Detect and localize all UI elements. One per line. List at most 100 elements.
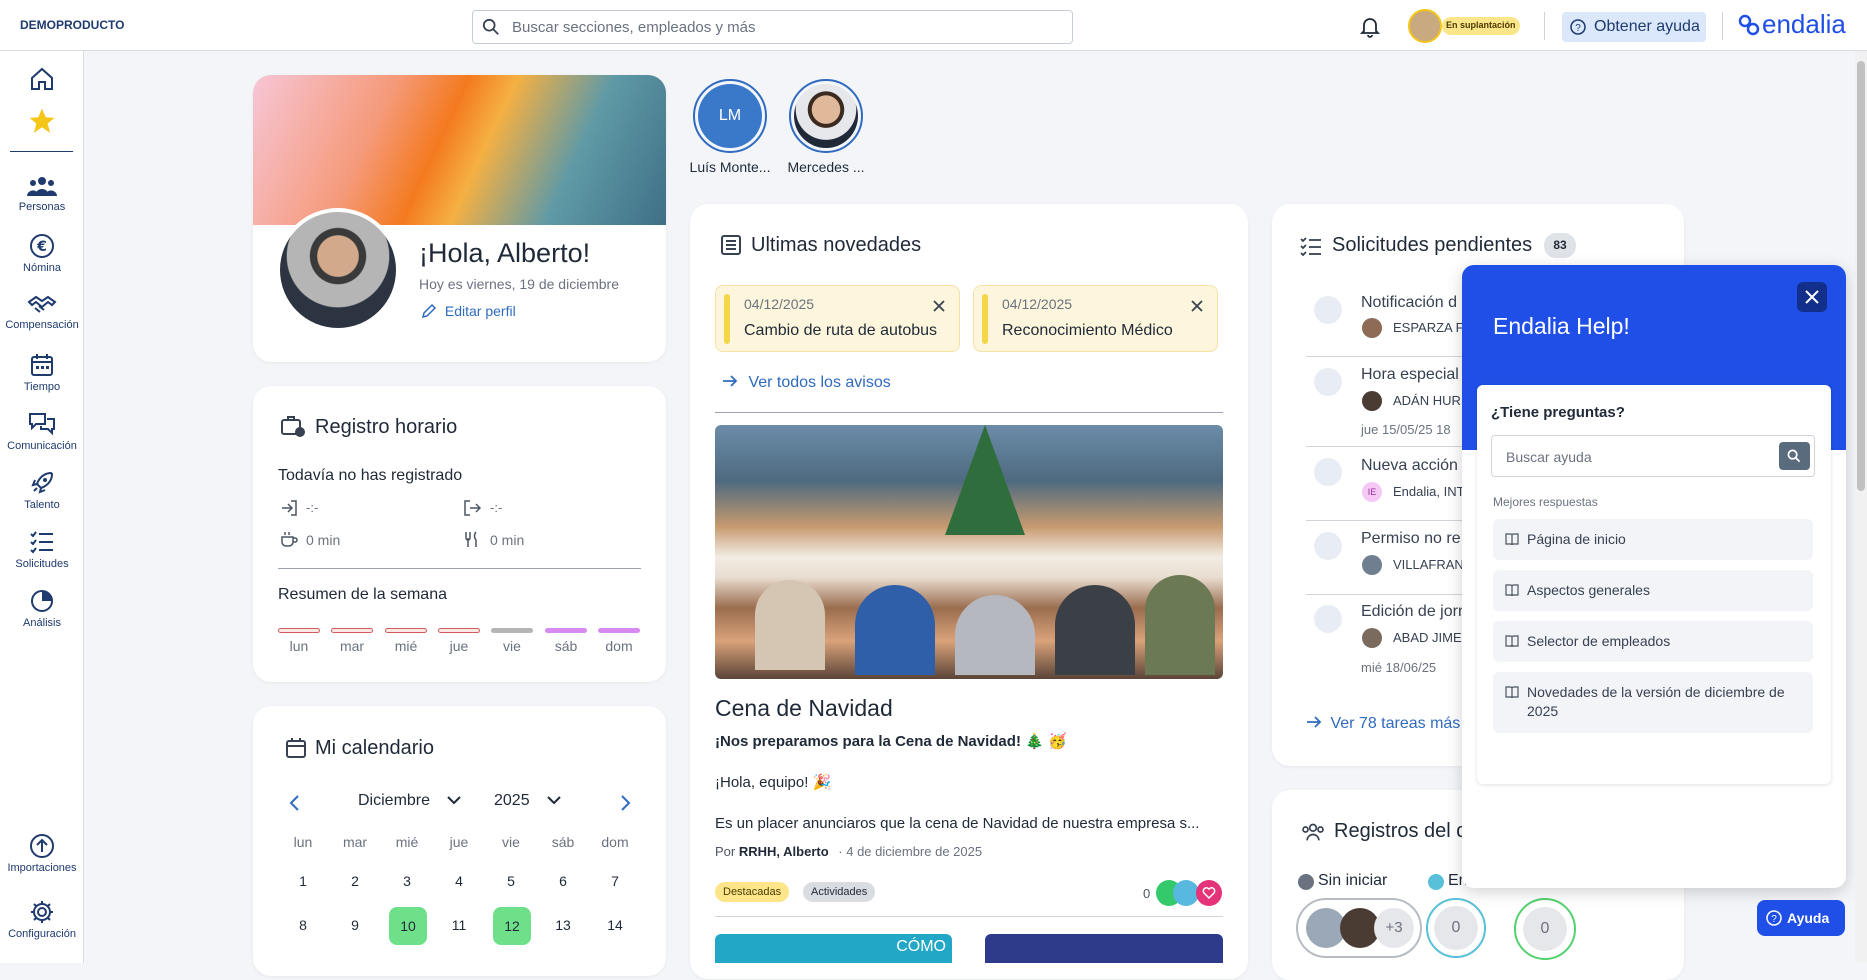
sidebar-item-talento[interactable]: Talento <box>0 470 84 511</box>
notice-text: Cambio de ruta de autobus <box>744 322 938 339</box>
shortcut-name: Luís Monte... <box>689 159 771 175</box>
weekday-label: lun <box>293 834 313 850</box>
avatar: IE <box>1362 482 1382 502</box>
help-article[interactable]: Novedades de la versión de diciembre de … <box>1493 672 1813 733</box>
calendar-day[interactable]: 1 <box>283 873 323 889</box>
search-placeholder: Buscar secciones, empleados y más <box>512 19 756 36</box>
top-bar: DEMOPRODUCTO Buscar secciones, empleados… <box>0 0 1867 51</box>
notice-card[interactable]: 04/12/2025 Cambio de ruta de autobus <box>715 285 960 352</box>
help-close-button[interactable] <box>1797 282 1827 312</box>
sidebar-item-nomina[interactable]: € Nómina <box>0 233 84 274</box>
weekday-label: sáb <box>551 834 575 850</box>
divider <box>1722 12 1723 40</box>
help-fab[interactable]: ? Ayuda <box>1757 900 1845 936</box>
month-select[interactable]: Diciembre <box>358 792 462 810</box>
request-item[interactable] <box>1306 280 1476 350</box>
day-indicator <box>491 628 533 633</box>
notice-card[interactable]: 04/12/2025 Reconocimiento Médico <box>973 285 1218 352</box>
close-icon[interactable] <box>933 300 945 312</box>
search-icon <box>482 18 499 35</box>
calendar-day-highlighted[interactable]: 12 <box>493 907 531 945</box>
sidebar-item-compensacion[interactable]: Compensación <box>0 294 84 331</box>
help-title: Endalia Help! <box>1493 313 1630 339</box>
sidebar-item-label: Tiempo <box>23 381 61 393</box>
calendar-day-highlighted[interactable]: 10 <box>389 907 427 945</box>
calendar-day[interactable]: 4 <box>439 873 479 889</box>
next-post-banner[interactable] <box>985 934 1223 963</box>
calendar-day[interactable]: 3 <box>387 873 427 889</box>
post-by-prefix: Por <box>715 844 736 859</box>
calendar-day[interactable]: 14 <box>595 917 635 933</box>
avatar <box>1408 9 1442 43</box>
shortcut-mercedes[interactable]: Mercedes ... <box>783 79 869 175</box>
star-icon[interactable] <box>27 106 57 136</box>
impersonation-badge[interactable]: En suplantación <box>1408 9 1524 43</box>
more-tasks-link[interactable]: Ver 78 tareas más <box>1306 715 1461 733</box>
calendar-day[interactable]: 13 <box>543 917 583 933</box>
scrollbar-thumb[interactable] <box>1857 61 1865 491</box>
post-image[interactable] <box>715 425 1223 679</box>
company-name[interactable]: DEMOPRODUCTO <box>20 18 124 32</box>
calendar-day[interactable]: 6 <box>543 873 583 889</box>
calendar-day[interactable]: 5 <box>491 873 531 889</box>
counter-circle[interactable]: 0 <box>1426 898 1486 958</box>
day-indicator <box>385 628 427 633</box>
close-icon[interactable] <box>1191 300 1203 312</box>
endalia-logo-icon[interactable] <box>1737 13 1761 37</box>
divider <box>715 916 1223 917</box>
calendar-day[interactable]: 8 <box>283 917 323 933</box>
notice-text: Reconocimiento Médico <box>1002 322 1173 339</box>
home-icon[interactable] <box>28 65 56 93</box>
help-article[interactable]: Aspectos generales <box>1493 570 1813 611</box>
help-button[interactable]: ? Obtener ayuda <box>1562 12 1706 42</box>
help-article[interactable]: Selector de empleados <box>1493 621 1813 662</box>
search-icon <box>1787 449 1801 463</box>
euro-icon: € <box>30 234 54 258</box>
heart-reaction-icon[interactable] <box>1196 880 1222 906</box>
weekday-label: sáb <box>554 638 578 654</box>
weekday-label: lun <box>289 638 309 654</box>
next-post-banner[interactable]: CÓMO <box>715 934 952 963</box>
chevron-right-icon[interactable] <box>618 794 632 812</box>
banner-text: CÓMO <box>896 938 946 955</box>
sidebar-item-label: Análisis <box>23 617 61 629</box>
calendar-day[interactable]: 2 <box>335 873 375 889</box>
sidebar-item-configuracion[interactable]: Configuración <box>0 899 84 940</box>
bell-icon[interactable] <box>1360 16 1380 38</box>
calendar-day[interactable]: 7 <box>595 873 635 889</box>
help-article[interactable]: Página de inicio <box>1493 519 1813 560</box>
avatar[interactable] <box>276 208 400 332</box>
see-all-notices-link[interactable]: Ver todos los avisos <box>722 374 891 392</box>
svg-text:?: ? <box>1771 914 1777 925</box>
arrow-right-icon <box>1307 716 1322 728</box>
calendar-day[interactable]: 11 <box>439 917 479 933</box>
tag-destacadas[interactable]: Destacadas <box>715 882 790 902</box>
sidebar-item-solicitudes[interactable]: Solicitudes <box>0 529 84 570</box>
search-box[interactable]: Buscar secciones, empleados y más <box>472 10 1073 44</box>
sidebar-item-personas[interactable]: Personas <box>0 174 84 213</box>
sidebar-item-importaciones[interactable]: Importaciones <box>0 833 84 874</box>
counter-circle[interactable]: 0 <box>1514 898 1576 960</box>
calendar-day[interactable]: 9 <box>335 917 375 933</box>
sidebar-item-comunicacion[interactable]: Comunicación <box>0 411 84 452</box>
help-search-input[interactable]: Buscar ayuda <box>1491 435 1815 477</box>
close-icon <box>1805 290 1819 304</box>
post-author[interactable]: RRHH, Alberto <box>739 844 829 859</box>
year-value: 2025 <box>494 792 530 809</box>
post-title[interactable]: Cena de Navidad <box>715 695 893 722</box>
edit-profile-link[interactable]: Editar perfil <box>421 303 516 319</box>
year-select[interactable]: 2025 <box>494 792 562 810</box>
sidebar-item-analisis[interactable]: Análisis <box>0 588 84 629</box>
sidebar-item-tiempo[interactable]: Tiempo <box>0 352 84 393</box>
help-search-button[interactable] <box>1779 442 1810 470</box>
divider <box>1544 12 1545 40</box>
sidebar-item-label: Talento <box>24 499 60 511</box>
sidebar-item-label: Configuración <box>8 928 76 940</box>
tag-actividades[interactable]: Actividades <box>803 882 876 902</box>
avatar-group[interactable]: +3 <box>1296 898 1422 958</box>
scrollbar[interactable] <box>1855 51 1867 963</box>
chevron-left-icon[interactable] <box>288 794 302 812</box>
book-icon <box>1505 533 1519 545</box>
shortcut-lm[interactable]: LM Luís Monte... <box>689 79 771 175</box>
book-icon <box>1505 635 1519 647</box>
